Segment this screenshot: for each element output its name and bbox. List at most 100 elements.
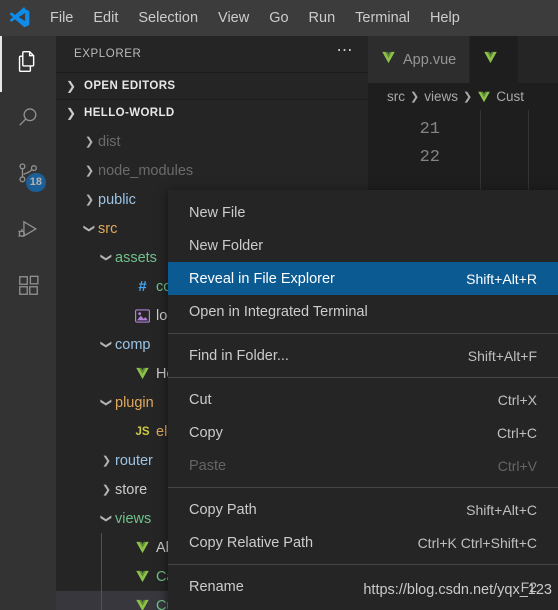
context-menu-item-shortcut: Ctrl+K Ctrl+Shift+C [417, 534, 537, 551]
activity-item-explorer[interactable] [0, 36, 56, 92]
vue-icon [132, 366, 153, 381]
editor-tab-active[interactable] [470, 36, 520, 83]
extensions-icon [16, 273, 41, 303]
search-icon [16, 105, 41, 135]
context-menu-item-shortcut: Ctrl+C [496, 424, 537, 441]
context-menu-item-shortcut: F2 [520, 578, 537, 595]
js-icon: JS [135, 425, 150, 438]
tree-item-label: public [98, 191, 136, 208]
line-number: 21 [419, 120, 440, 139]
chevron-right-icon: ❯ [101, 455, 112, 467]
chevron-right-icon: ❯ [462, 91, 473, 103]
editor-tab-app-vue-label: App.vue [403, 51, 457, 68]
context-menu-item-label: Copy Path [189, 501, 257, 518]
tree-item-label: store [115, 481, 148, 498]
chevron-right-icon: ❯ [410, 91, 420, 103]
menu-bar: File Edit Selection View Go Run Terminal… [0, 0, 558, 36]
vue-icon [132, 598, 153, 610]
image-icon [132, 308, 153, 323]
activity-bar: 18 [0, 36, 56, 610]
vue-icon [132, 569, 153, 584]
context-menu-item-delete[interactable]: DeleteDelete [168, 603, 558, 610]
context-menu-separator [168, 487, 558, 488]
menu-file[interactable]: File [40, 6, 83, 30]
context-menu-item-copy[interactable]: Copy Ctrl+C [168, 416, 558, 449]
tree-item-label: node_modules [98, 162, 194, 179]
run-debug-icon [16, 217, 41, 247]
chevron-right-icon: ❯ [84, 165, 95, 177]
activity-item-source-control[interactable]: 18 [0, 148, 56, 204]
line-number-gutter: 21 22 [368, 116, 440, 172]
tree-item-label: comp [115, 336, 151, 353]
context-menu-item-rename[interactable]: Rename F2 [168, 570, 558, 603]
vscode-logo-icon [0, 0, 40, 36]
menu-go[interactable]: Go [259, 6, 298, 30]
menu-edit[interactable]: Edit [83, 6, 128, 30]
tree-item-label: assets [115, 249, 157, 266]
section-open-editors[interactable]: ❯ OPEN EDITORS [56, 72, 368, 99]
context-menu-separator [168, 564, 558, 565]
context-menu-separator [168, 333, 558, 334]
context-menu-item-copy-path[interactable]: Copy Path Shift+Alt+C [168, 493, 558, 526]
tree-item-node-modules[interactable]: ❯ node_modules [56, 156, 368, 185]
context-menu-item-find-in-folder[interactable]: Find in Folder... Shift+Alt+F [168, 339, 558, 372]
section-hello-world[interactable]: ❯ HELLO-WORLD [56, 99, 368, 126]
tree-item-label: dist [98, 133, 121, 150]
context-menu-item-shortcut: Shift+Alt+R [466, 270, 537, 287]
context-menu-item-label: Cut [189, 391, 212, 408]
menu-run[interactable]: Run [299, 6, 346, 30]
menu-view[interactable]: View [208, 6, 259, 30]
explorer-title-bar: EXPLORER ⋯ [56, 36, 368, 72]
context-menu-item-label: Copy [189, 424, 223, 441]
menu-bar-items: File Edit Selection View Go Run Terminal… [40, 0, 470, 36]
chevron-right-icon: ❯ [84, 136, 95, 148]
context-menu-item-label: Rename [189, 578, 244, 595]
files-icon [15, 49, 41, 80]
context-menu-item-open-in-integrated-terminal[interactable]: Open in Integrated Terminal [168, 295, 558, 328]
chevron-right-icon: ❯ [84, 194, 95, 206]
activity-item-run-and-debug[interactable] [0, 204, 56, 260]
context-menu-item-label: Open in Integrated Terminal [189, 303, 368, 320]
breadcrumb-item-file[interactable]: Cust [496, 89, 524, 104]
context-menu-item-cut[interactable]: Cut Ctrl+X [168, 383, 558, 416]
section-hello-world-label: HELLO-WORLD [84, 107, 175, 119]
ellipsis-icon[interactable]: ⋯ [337, 43, 355, 61]
section-open-editors-label: OPEN EDITORS [84, 80, 176, 92]
vue-icon [132, 540, 153, 555]
context-menu-item-reveal-in-file-explorer[interactable]: Reveal in File Explorer Shift+Alt+R [168, 262, 558, 295]
chevron-right-icon: ❯ [101, 484, 112, 496]
context-menu-item-paste: Paste Ctrl+V [168, 449, 558, 482]
breadcrumb-item-src[interactable]: src [387, 89, 405, 104]
tree-item-dist[interactable]: ❯ dist [56, 127, 368, 156]
context-menu-item-copy-relative-path[interactable]: Copy Relative Path Ctrl+K Ctrl+Shift+C [168, 526, 558, 559]
vue-icon [381, 50, 396, 69]
vue-icon [483, 50, 498, 69]
context-menu-item-label: Reveal in File Explorer [189, 270, 335, 287]
context-menu-item-label: New Folder [189, 237, 264, 254]
context-menu-item-new-file[interactable]: New File [168, 196, 558, 229]
menu-terminal[interactable]: Terminal [345, 6, 420, 30]
source-control-badge: 18 [25, 173, 46, 192]
context-menu-item-shortcut: Ctrl+X [497, 391, 537, 408]
chevron-down-icon: ❯ [83, 223, 95, 234]
chevron-down-icon: ❯ [100, 252, 112, 263]
page-title: EXPLORER [74, 48, 142, 60]
breadcrumb-item-views[interactable]: views [424, 89, 458, 104]
editor-tab-bar: App.vue [368, 36, 558, 83]
context-menu-separator [168, 377, 558, 378]
chevron-down-icon: ❯ [100, 513, 112, 524]
chevron-right-icon: ❯ [65, 79, 77, 93]
chevron-down-icon: ❯ [100, 397, 112, 408]
tree-item-label: plugin [115, 394, 154, 411]
editor-tab-app-vue[interactable]: App.vue [368, 36, 471, 83]
context-menu-item-new-folder[interactable]: New Folder [168, 229, 558, 262]
menu-selection[interactable]: Selection [128, 6, 208, 30]
activity-item-search[interactable] [0, 92, 56, 148]
context-menu-item-label: New File [189, 204, 246, 221]
activity-item-extensions[interactable] [0, 260, 56, 316]
vscode-window: File Edit Selection View Go Run Terminal… [0, 0, 558, 610]
context-menu-item-shortcut: Shift+Alt+C [466, 501, 537, 518]
explorer-context-menu: New File New Folder Reveal in File Explore… [168, 190, 558, 610]
chevron-down-icon: ❯ [100, 339, 112, 350]
menu-help[interactable]: Help [420, 6, 470, 30]
